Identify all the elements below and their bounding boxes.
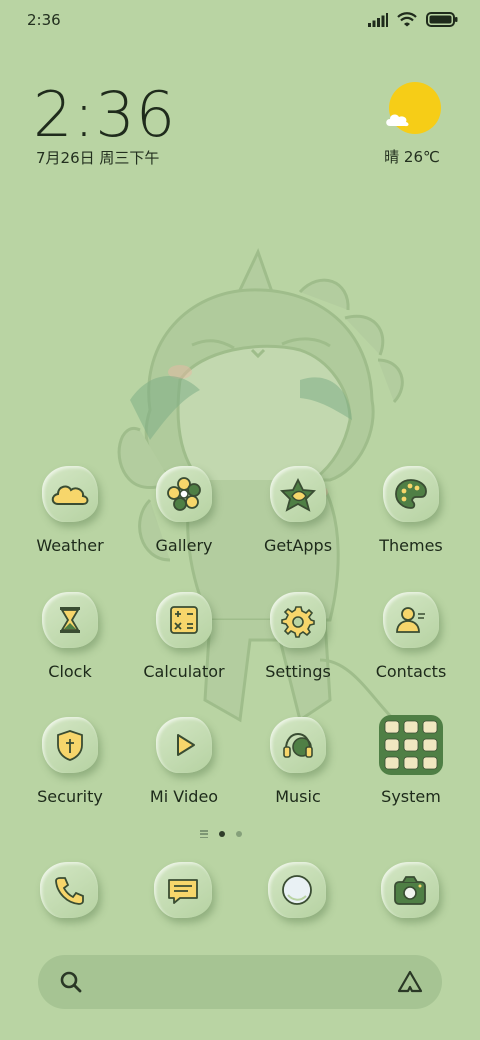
app-calculator[interactable]: Calculator: [128, 592, 238, 702]
headphones-icon: [283, 732, 313, 758]
app-label: System: [381, 787, 441, 806]
app-gallery[interactable]: Gallery: [128, 466, 238, 576]
app-mi-video[interactable]: Mi Video: [128, 717, 238, 827]
app-label: Calculator: [143, 662, 225, 681]
page-dot: [236, 831, 242, 837]
dock-messages[interactable]: [154, 862, 214, 922]
app-label: Weather: [36, 536, 104, 555]
dock-browser[interactable]: [268, 862, 328, 922]
app-security[interactable]: Security: [14, 717, 124, 827]
app-label: Mi Video: [149, 787, 219, 806]
app-label: Themes: [379, 536, 443, 555]
app-label: Contacts: [375, 662, 447, 681]
dock-camera[interactable]: [381, 862, 441, 922]
hourglass-icon: [60, 607, 80, 633]
search-icon: [60, 971, 82, 993]
app-label: Gallery: [155, 536, 213, 555]
app-folder-icon: [379, 715, 443, 775]
calculator-icon: [170, 606, 198, 634]
shield-icon: [57, 730, 83, 761]
app-label: Security: [37, 787, 103, 806]
gear-icon: [281, 606, 315, 638]
app-settings[interactable]: Settings: [242, 592, 352, 702]
play-icon: [177, 734, 195, 756]
app-label: GetApps: [263, 536, 333, 555]
app-label: Settings: [265, 662, 331, 681]
flower-icon: [167, 477, 201, 511]
app-contacts[interactable]: Contacts: [355, 592, 465, 702]
app-getapps[interactable]: GetApps: [242, 466, 352, 576]
star-leaf-icon: [280, 477, 316, 512]
cloud-icon: [51, 485, 89, 505]
person-icon: [396, 607, 425, 633]
app-music[interactable]: Music: [242, 717, 352, 827]
app-label: Clock: [48, 662, 92, 681]
app-clock[interactable]: Clock: [14, 592, 124, 702]
palette-icon: [395, 479, 427, 509]
dock-phone[interactable]: [40, 862, 100, 922]
app-weather[interactable]: Weather: [14, 466, 124, 576]
app-label: Music: [275, 787, 321, 806]
menu-lines-icon: [200, 830, 208, 838]
search-bar[interactable]: [38, 955, 442, 1009]
app-system-folder[interactable]: System: [355, 715, 465, 827]
page-dot-current: [219, 831, 225, 837]
phone-icon: [55, 877, 84, 905]
page-indicator[interactable]: [200, 830, 242, 838]
message-icon: [168, 879, 198, 904]
app-themes[interactable]: Themes: [355, 466, 465, 576]
camera-icon: [394, 876, 426, 905]
assistant-icon[interactable]: [396, 969, 424, 995]
browser-icon: [282, 875, 312, 905]
